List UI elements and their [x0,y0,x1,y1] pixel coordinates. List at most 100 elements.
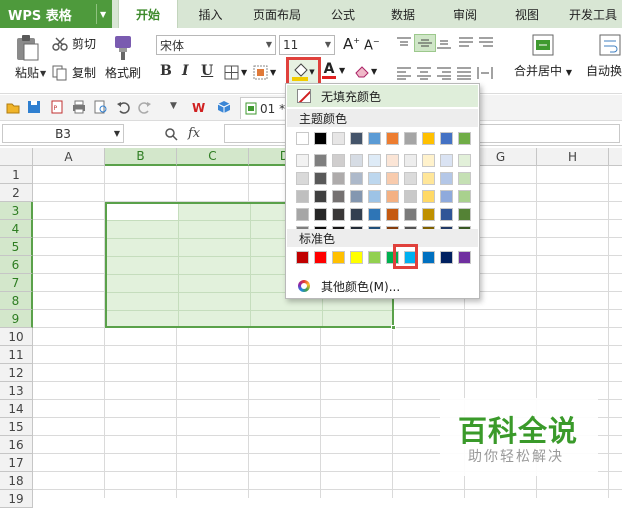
theme-shade-swatch[interactable] [368,172,381,185]
align-left-button[interactable] [396,66,412,80]
borders-button[interactable]: ▼ [224,65,247,80]
theme-color-swatch[interactable] [422,132,435,145]
theme-shade-swatch[interactable] [440,154,453,167]
bold-button[interactable]: B [160,63,172,79]
row-header-10[interactable]: 10 [0,328,33,346]
row-header-19[interactable]: 19 [0,490,33,508]
row-header-7[interactable]: 7 [0,274,33,292]
function-button[interactable]: fx [188,126,200,141]
chevron-down-icon[interactable]: ▼ [100,10,106,19]
column-header-a[interactable]: A [33,148,105,166]
row-header-5[interactable]: 5 [0,238,33,256]
row-header-13[interactable]: 13 [0,382,33,400]
justify-button[interactable] [456,66,472,80]
font-color-button[interactable]: A ▼ [322,62,345,79]
theme-shade-swatch[interactable] [386,172,399,185]
theme-shade-swatch[interactable] [350,172,363,185]
active-cell-b3[interactable] [107,204,178,220]
theme-color-swatch[interactable] [458,132,471,145]
no-fill-option[interactable]: 无填充颜色 [287,85,478,107]
row-header-6[interactable]: 6 [0,256,33,274]
print-icon[interactable] [72,100,86,114]
theme-shade-swatch[interactable] [332,154,345,167]
row-header-3[interactable]: 3 [0,202,33,220]
theme-color-swatch[interactable] [440,132,453,145]
theme-color-swatch[interactable] [404,132,417,145]
row-header-15[interactable]: 15 [0,418,33,436]
tab-insert[interactable]: 插入 [183,0,238,28]
standard-color-swatch[interactable] [296,251,309,264]
tab-formulas[interactable]: 公式 [318,0,368,28]
theme-shade-swatch[interactable] [386,190,399,203]
theme-shade-swatch[interactable] [458,154,471,167]
theme-shade-swatch[interactable] [458,190,471,203]
theme-shade-swatch[interactable] [296,190,309,203]
font-size-select[interactable]: 11 ▼ [279,35,335,55]
italic-button[interactable]: I [182,63,189,79]
column-header-h[interactable]: H [537,148,609,166]
tab-page-layout[interactable]: 页面布局 [242,0,312,28]
wrap-lines-button[interactable] [458,36,474,50]
theme-shade-swatch[interactable] [314,154,327,167]
theme-shade-swatch[interactable] [440,190,453,203]
theme-shade-swatch[interactable] [332,190,345,203]
theme-shade-swatch[interactable] [332,208,345,221]
theme-shade-swatch[interactable] [458,172,471,185]
standard-color-swatch[interactable] [332,251,345,264]
theme-shade-swatch[interactable] [386,208,399,221]
font-name-select[interactable]: 宋体 ▼ [156,35,276,55]
row-header-12[interactable]: 12 [0,364,33,382]
standard-color-swatch[interactable] [422,251,435,264]
theme-shade-swatch[interactable] [458,208,471,221]
tab-data[interactable]: 数据 [378,0,428,28]
orientation-button[interactable] [478,36,494,50]
standard-color-swatch[interactable] [368,251,381,264]
standard-color-swatch[interactable] [350,251,363,264]
tab-home[interactable]: 开始 [118,0,178,28]
row-header-17[interactable]: 17 [0,454,33,472]
align-top-button[interactable] [396,36,412,50]
magnifier-icon[interactable] [164,127,178,141]
theme-shade-swatch[interactable] [422,172,435,185]
theme-shade-swatch[interactable] [350,208,363,221]
row-header-16[interactable]: 16 [0,436,33,454]
theme-shade-swatch[interactable] [368,190,381,203]
print-preview-icon[interactable] [94,100,108,114]
theme-shade-swatch[interactable] [422,154,435,167]
theme-shade-swatch[interactable] [422,208,435,221]
theme-shade-swatch[interactable] [386,154,399,167]
theme-shade-swatch[interactable] [332,172,345,185]
theme-color-swatch[interactable] [314,132,327,145]
standard-color-swatch[interactable] [314,251,327,264]
cell-pattern-button[interactable]: ▼ [253,65,276,80]
theme-shade-swatch[interactable] [314,172,327,185]
theme-shade-swatch[interactable] [422,190,435,203]
theme-shade-swatch[interactable] [404,190,417,203]
theme-shade-swatch[interactable] [296,154,309,167]
standard-color-swatch[interactable] [458,251,471,264]
clear-format-button[interactable]: ▼ [354,64,377,78]
customize-toolbar-icon[interactable]: ▼ [170,101,177,111]
theme-color-swatch[interactable] [350,132,363,145]
auto-wrap-button[interactable]: 自动换行 [580,34,622,79]
chevron-down-icon[interactable]: ▼ [40,69,46,78]
theme-shade-swatch[interactable] [314,208,327,221]
name-box[interactable]: B3 ▼ [2,124,124,143]
cut-button[interactable]: 剪切 [52,35,96,52]
row-header-1[interactable]: 1 [0,166,33,184]
folder-icon[interactable] [6,100,20,114]
underline-button[interactable]: U [201,63,213,79]
theme-shade-swatch[interactable] [296,172,309,185]
fill-handle[interactable] [391,325,396,330]
theme-shade-swatch[interactable] [350,154,363,167]
export-pdf-icon[interactable]: P [50,100,64,114]
more-colors-option[interactable]: 其他颜色(M)... [287,276,478,296]
theme-color-swatch[interactable] [386,132,399,145]
column-header-c[interactable]: C [177,148,249,166]
redo-icon[interactable] [138,100,152,114]
row-header-2[interactable]: 2 [0,184,33,202]
tab-review[interactable]: 审阅 [440,0,490,28]
theme-shade-swatch[interactable] [368,154,381,167]
theme-shade-swatch[interactable] [404,208,417,221]
decrease-font-button[interactable]: A− [364,37,380,53]
